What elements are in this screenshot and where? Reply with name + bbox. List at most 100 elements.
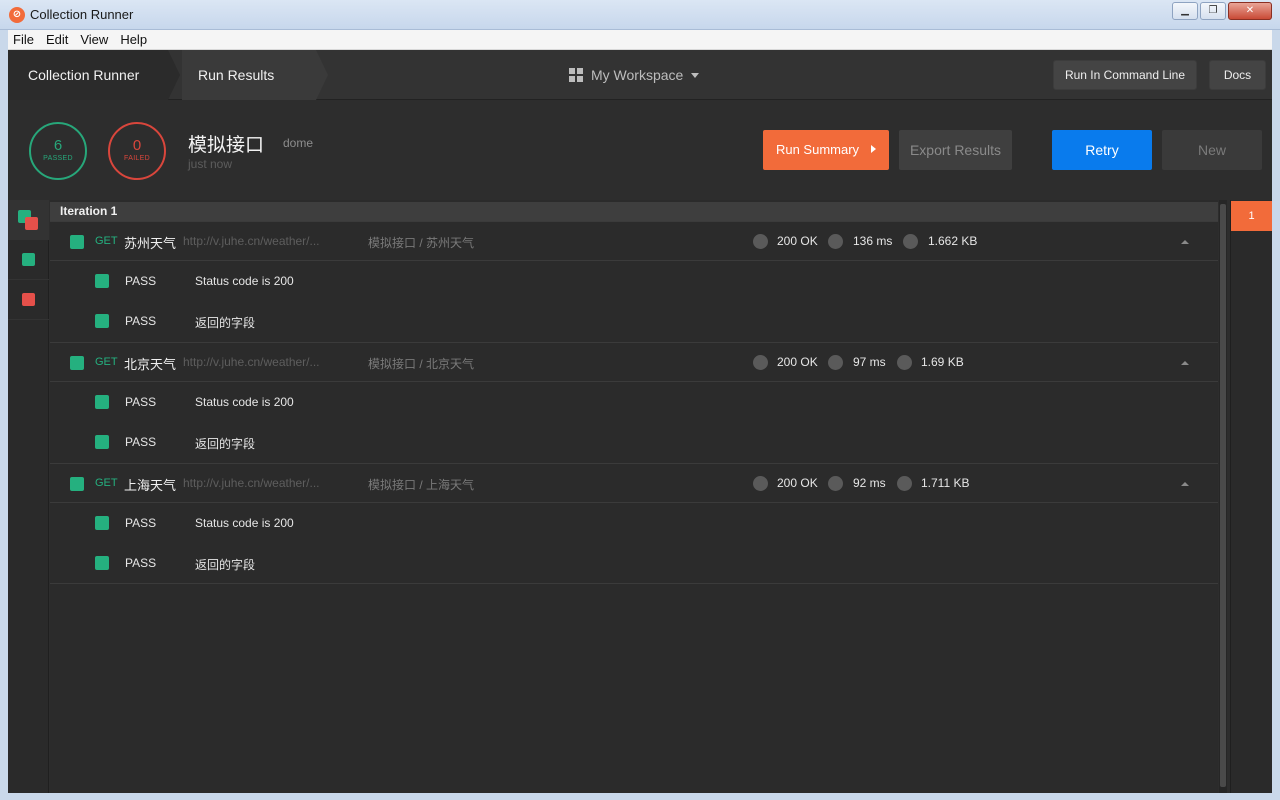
time-dot-icon: [828, 234, 843, 249]
workspace-switcher[interactable]: My Workspace: [569, 65, 700, 85]
failed-counter: 0 FAILED: [108, 122, 166, 180]
time-dot-icon: [828, 355, 843, 370]
run-summary-button[interactable]: Run Summary: [763, 130, 889, 170]
menu-bar: File Edit View Help: [8, 30, 1272, 50]
request-name: 上海天气: [124, 478, 177, 493]
close-button[interactable]: ✕: [1228, 2, 1272, 20]
run-in-command-line-button[interactable]: Run In Command Line: [1053, 60, 1197, 90]
pass-square-icon: [70, 235, 84, 249]
export-results-button[interactable]: Export Results: [899, 130, 1012, 170]
size-dot-icon: [897, 355, 912, 370]
postman-app-icon: ⊘: [9, 7, 25, 23]
caret-right-icon: [871, 145, 877, 153]
test-row: PASS Status code is 200: [50, 261, 1218, 301]
pass-square-icon: [95, 274, 109, 288]
top-bar: Collection Runner Run Results My Workspa…: [8, 50, 1272, 100]
test-row: PASS Status code is 200: [50, 503, 1218, 543]
pass-square-icon: [70, 356, 84, 370]
iteration-chip[interactable]: 1: [1231, 201, 1272, 231]
new-button[interactable]: New: [1162, 130, 1262, 170]
response-status: 200 OK: [777, 476, 818, 490]
collection-runner-app: Collection Runner Run Results My Workspa…: [8, 50, 1272, 793]
passed-label: PASSED: [43, 155, 73, 162]
test-result: PASS: [125, 435, 157, 449]
response-status: 200 OK: [777, 355, 818, 369]
pass-square-icon: [95, 314, 109, 328]
request-path: 模拟接口 / 上海天气: [368, 478, 475, 492]
results-scrollbar[interactable]: [1219, 200, 1227, 793]
request-method: GET: [95, 235, 118, 247]
request-method: GET: [95, 356, 118, 368]
scrollbar-thumb[interactable]: [1220, 204, 1226, 787]
test-row: PASS Status code is 200: [50, 382, 1218, 422]
test-name: 返回的字段: [195, 316, 256, 330]
menu-edit[interactable]: Edit: [46, 32, 68, 47]
collapse-caret-icon[interactable]: [1181, 361, 1189, 365]
pass-square-icon: [95, 435, 109, 449]
results-list: Iteration 1 GET 苏州天气 http://v.juhe.cn/we…: [50, 200, 1218, 793]
test-name: Status code is 200: [195, 516, 294, 530]
window-titlebar: ⊘ Collection Runner ▁ ❐ ✕: [0, 0, 1280, 30]
minimize-button[interactable]: ▁: [1172, 2, 1198, 20]
breadcrumb-collection-runner[interactable]: Collection Runner: [8, 50, 168, 100]
run-timestamp: just now: [188, 157, 233, 171]
menu-view[interactable]: View: [80, 32, 108, 47]
environment-name: dome: [283, 136, 314, 150]
fail-square-icon: [22, 293, 35, 306]
pass-square-icon: [95, 516, 109, 530]
test-name: 返回的字段: [195, 558, 256, 572]
maximize-button[interactable]: ❐: [1200, 2, 1226, 20]
request-row[interactable]: GET 苏州天气 http://v.juhe.cn/weather/... 模拟…: [50, 221, 1218, 261]
breadcrumb-separator: [316, 50, 328, 100]
collection-name: 模拟接口: [188, 135, 265, 156]
menu-help[interactable]: Help: [120, 32, 147, 47]
workspace-label: My Workspace: [591, 67, 684, 83]
iteration-tracker: 1: [1230, 200, 1272, 793]
response-time: 136 ms: [853, 234, 893, 248]
collapse-caret-icon[interactable]: [1181, 240, 1189, 244]
status-dot-icon: [753, 355, 768, 370]
test-result: PASS: [125, 314, 157, 328]
menu-file[interactable]: File: [13, 32, 34, 47]
iteration-header: Iteration 1: [50, 202, 1218, 221]
window-title: Collection Runner: [30, 7, 134, 22]
size-dot-icon: [897, 476, 912, 491]
test-result: PASS: [125, 556, 157, 570]
pass-square-icon: [22, 253, 35, 266]
test-row: PASS 返回的字段: [50, 422, 1218, 462]
result-filter-sidebar: [8, 200, 49, 793]
docs-button[interactable]: Docs: [1209, 60, 1266, 90]
response-status: 200 OK: [777, 234, 818, 248]
run-summary-label: Run Summary: [775, 142, 860, 157]
fail-square-icon: [25, 217, 38, 230]
request-block: GET 北京天气 http://v.juhe.cn/weather/... 模拟…: [50, 342, 1218, 462]
test-name: Status code is 200: [195, 395, 294, 409]
status-dot-icon: [753, 234, 768, 249]
filter-failed[interactable]: [8, 280, 49, 320]
breadcrumb-run-results[interactable]: Run Results: [182, 50, 316, 100]
passed-count: 6: [53, 137, 63, 154]
window-bottom-frame: [0, 793, 1280, 800]
request-row[interactable]: GET 北京天气 http://v.juhe.cn/weather/... 模拟…: [50, 342, 1218, 382]
test-result: PASS: [125, 274, 157, 288]
failed-count: 0: [132, 137, 142, 154]
retry-button[interactable]: Retry: [1052, 130, 1152, 170]
request-row[interactable]: GET 上海天气 http://v.juhe.cn/weather/... 模拟…: [50, 463, 1218, 503]
test-name: Status code is 200: [195, 274, 294, 288]
test-name: 返回的字段: [195, 437, 256, 451]
filter-passed[interactable]: [8, 240, 49, 280]
response-time: 97 ms: [853, 355, 886, 369]
test-row: PASS 返回的字段: [50, 301, 1218, 341]
response-time: 92 ms: [853, 476, 886, 490]
request-url: http://v.juhe.cn/weather/...: [183, 476, 320, 490]
status-dot-icon: [753, 476, 768, 491]
failed-label: FAILED: [124, 155, 150, 162]
pass-square-icon: [95, 395, 109, 409]
request-block: GET 上海天气 http://v.juhe.cn/weather/... 模拟…: [50, 463, 1218, 584]
pass-square-icon: [70, 477, 84, 491]
window-controls: ▁ ❐ ✕: [1172, 2, 1272, 20]
collapse-caret-icon[interactable]: [1181, 482, 1189, 486]
request-path: 模拟接口 / 苏州天气: [368, 236, 475, 250]
request-url: http://v.juhe.cn/weather/...: [183, 234, 320, 248]
filter-all[interactable]: [8, 200, 49, 240]
